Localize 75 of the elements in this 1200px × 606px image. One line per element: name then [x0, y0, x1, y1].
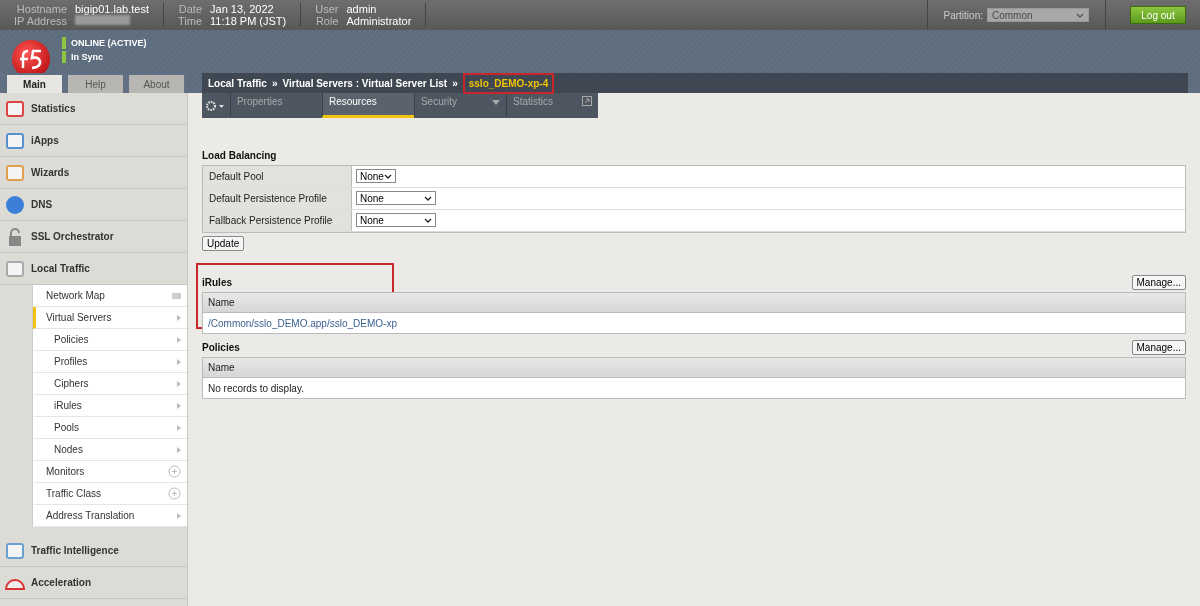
- globe-icon: [5, 194, 25, 215]
- breadcrumb-current: sslo_DEMO-xp-4: [462, 72, 555, 94]
- chevron-right-icon: [177, 446, 181, 453]
- nav-subitem[interactable]: Virtual Servers: [33, 307, 187, 329]
- column-header: Name: [203, 358, 1185, 378]
- status-text: In Sync: [62, 51, 147, 63]
- field-value: Administrator: [346, 15, 412, 27]
- chevron-right-icon: [177, 314, 181, 321]
- nav-subitem[interactable]: Monitors: [33, 461, 187, 483]
- field-value: 11:18 PM (JST): [210, 15, 287, 27]
- field-label: Hostname: [15, 3, 67, 15]
- update-button[interactable]: Update: [202, 236, 245, 251]
- chevron-down-icon: [384, 173, 392, 179]
- row-label: Default Pool: [203, 166, 352, 187]
- row-label: Fallback Persistence Profile: [203, 210, 352, 231]
- field-value: Jan 13, 2022: [210, 3, 275, 15]
- chevron-down-icon: [1076, 12, 1084, 18]
- chevron-right-icon: [177, 402, 181, 409]
- gear-icon: [205, 100, 226, 111]
- nav-item[interactable]: SSL Orchestrator: [0, 221, 187, 253]
- select-field[interactable]: None: [356, 169, 396, 183]
- select-field[interactable]: None: [356, 191, 436, 205]
- field-label: Date: [178, 3, 203, 15]
- chevron-right-icon: [177, 512, 181, 519]
- breadcrumb-text: Virtual Servers : Virtual Server List: [282, 77, 448, 89]
- nav-subitem[interactable]: Pools: [33, 417, 187, 439]
- partition-select[interactable]: Common: [987, 8, 1089, 22]
- chevron-right-icon: [177, 424, 181, 431]
- manage-button[interactable]: Manage...: [1131, 275, 1186, 290]
- status-text: ONLINE (ACTIVE): [62, 37, 147, 49]
- breadcrumb-text: »: [271, 77, 278, 89]
- nav-subitem[interactable]: Network Map: [33, 285, 187, 307]
- field-label: IP Address: [14, 15, 67, 27]
- column-header: Name: [203, 293, 1185, 313]
- sidebar-tab[interactable]: Help: [68, 75, 123, 93]
- nav-item[interactable]: Acceleration: [0, 567, 187, 599]
- section-title: Load Balancing: [202, 150, 278, 161]
- field-value: bigip01.lab.test: [75, 3, 149, 15]
- section-title: iRules: [202, 277, 232, 288]
- nav-subitem[interactable]: Address Translation: [33, 505, 187, 527]
- nav-subitem[interactable]: Profiles: [33, 351, 187, 373]
- row-label: Default Persistence Profile: [203, 188, 352, 209]
- manage-button[interactable]: Manage...: [1131, 340, 1186, 355]
- chevron-down-icon: [424, 195, 432, 201]
- section-title: Policies: [202, 342, 240, 353]
- select-field[interactable]: None: [356, 213, 436, 227]
- field-label: User: [315, 3, 339, 15]
- nav-subitem[interactable]: Ciphers: [33, 373, 187, 395]
- field-label: Role: [315, 15, 339, 27]
- chevron-right-icon: [177, 380, 181, 387]
- empty-message: No records to display.: [208, 382, 304, 394]
- nav-item[interactable]: Statistics: [0, 93, 187, 125]
- nav-item[interactable]: iApps: [0, 125, 187, 157]
- sidebar-tab[interactable]: About: [129, 75, 184, 93]
- chevron-right-icon: [177, 336, 181, 343]
- partition-label: Partition:: [943, 9, 983, 21]
- chevron-down-icon: [424, 217, 432, 223]
- nav-subitem[interactable]: Policies: [33, 329, 187, 351]
- tab[interactable]: Resources: [321, 93, 414, 118]
- chevron-right-icon: [177, 358, 181, 365]
- nav-subitem[interactable]: iRules: [33, 395, 187, 417]
- nav-subitem[interactable]: Traffic Class: [33, 483, 187, 505]
- nav-item[interactable]: Traffic Intelligence: [0, 535, 187, 567]
- breadcrumb-text: Local Traffic: [208, 77, 267, 89]
- sidebar-tab[interactable]: Main: [7, 75, 62, 93]
- nav-subitem[interactable]: Nodes: [33, 439, 187, 461]
- window-icon: [5, 130, 25, 151]
- irule-link[interactable]: /Common/sslo_DEMO.app/sslo_DEMO-xp: [208, 317, 397, 329]
- plus-circle-icon[interactable]: [168, 487, 181, 500]
- nav-item[interactable]: Wizards: [0, 157, 187, 189]
- plus-circle-icon[interactable]: [168, 465, 181, 478]
- nav-item[interactable]: DNS: [0, 189, 187, 221]
- field-value: admin: [346, 3, 378, 15]
- field-label: Time: [178, 15, 203, 27]
- breadcrumb-text: »: [452, 77, 458, 89]
